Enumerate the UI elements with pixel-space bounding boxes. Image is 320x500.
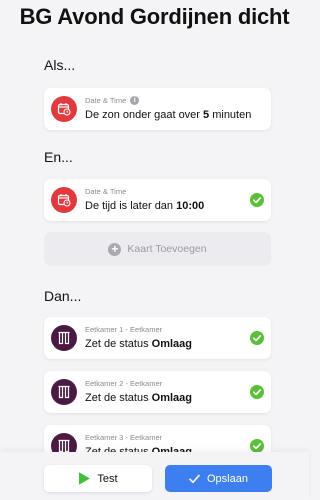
add-card-button[interactable]: + Kaart Toevoegen (44, 232, 271, 266)
when-card-source-text: Date & Time (85, 96, 127, 105)
bottom-action-bar: Test Opslaan (0, 452, 309, 500)
then-card-2-source: Eetkamer 2 - Eetkamer (85, 379, 163, 388)
then-card-1-source: Eetkamer 1 - Eetkamer (85, 325, 163, 334)
curtains-icon (51, 325, 77, 351)
then-card-2-text-bold: Omlaag (151, 392, 193, 404)
info-icon[interactable]: i (130, 96, 140, 105)
curtains-icon (51, 379, 77, 405)
then-card-1-text-bold: Omlaag (151, 338, 193, 350)
and-card-source: Date & Time (85, 187, 127, 196)
then-card-1-text: Zet de status Omlaag (85, 338, 192, 350)
when-card-text: De zon onder gaat over 5 minuten (85, 109, 251, 121)
check-icon (250, 193, 264, 207)
when-card-source: Date & Time i (85, 96, 140, 105)
test-button-label: Test (97, 472, 118, 485)
and-card-text: De tijd is later dan 10:00 (85, 200, 204, 212)
and-card[interactable]: Date & Time De tijd is later dan 10:00 (44, 179, 271, 221)
then-card-2-text: Zet de status Omlaag (85, 392, 192, 404)
then-card[interactable]: Eetkamer 2 - Eetkamer Zet de status Omla… (44, 371, 271, 413)
then-card-1-text-prefix: Zet de status (85, 338, 152, 350)
save-button[interactable]: Opslaan (165, 465, 272, 492)
add-card-label: Kaart Toevoegen (127, 243, 207, 255)
then-card-3-source: Eetkamer 3 - Eetkamer (85, 433, 163, 442)
checkmark-icon (189, 474, 200, 483)
when-card-text-prefix: De zon onder gaat over (85, 109, 204, 121)
save-button-label: Opslaan (207, 472, 248, 485)
section-als-label: Als... (44, 57, 76, 73)
then-card[interactable]: Eetkamer 1 - Eetkamer Zet de status Omla… (44, 317, 271, 359)
check-icon (250, 439, 264, 453)
plus-icon: + (108, 242, 122, 256)
section-en-label: En... (44, 149, 73, 165)
and-card-text-prefix: De tijd is later dan (85, 200, 177, 212)
check-icon (250, 385, 264, 399)
test-button[interactable]: Test (44, 465, 152, 492)
calendar-clock-icon (51, 96, 77, 122)
and-card-text-bold: 10:00 (176, 200, 205, 212)
page-title: BG Avond Gordijnen dicht (19, 4, 290, 29)
when-card[interactable]: Date & Time i De zon onder gaat over 5 m… (44, 88, 271, 130)
play-icon (79, 472, 90, 485)
calendar-clock-icon (51, 187, 77, 213)
section-dan-label: Dan... (44, 288, 82, 304)
check-icon (250, 331, 264, 345)
when-card-text-suffix: minuten (209, 109, 252, 121)
then-card-2-text-prefix: Zet de status (85, 392, 152, 404)
